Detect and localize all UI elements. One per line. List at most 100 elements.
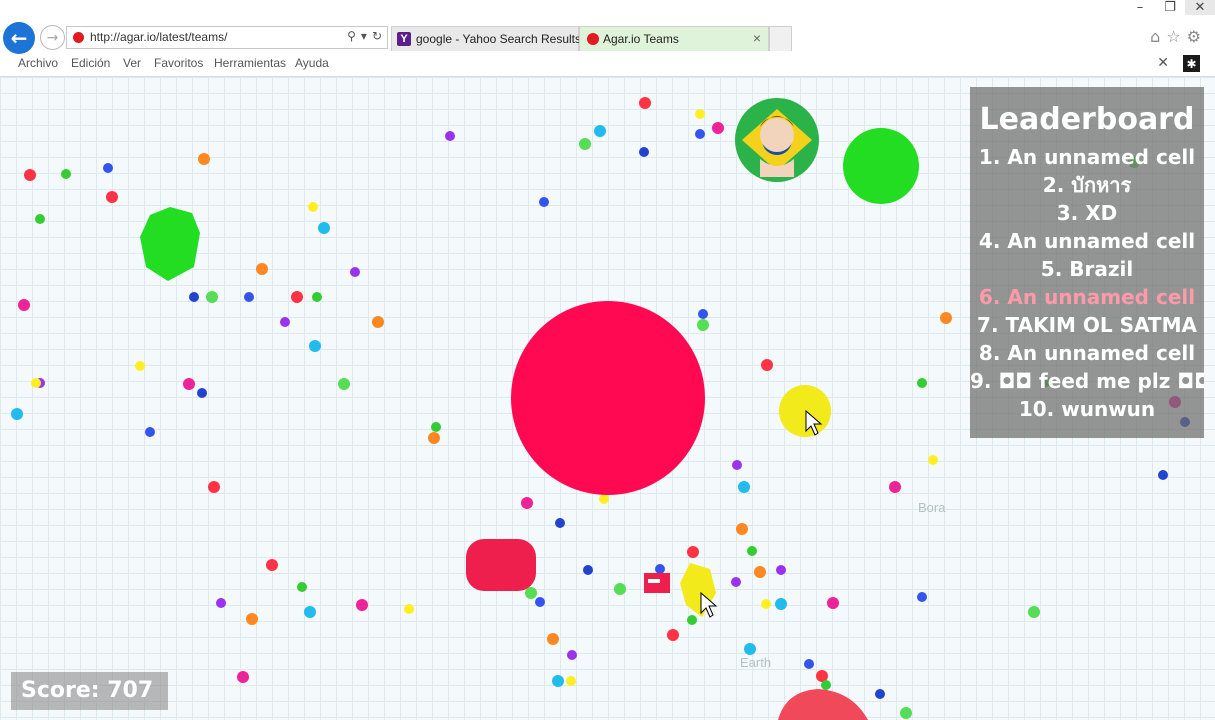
food-pellet [875,689,885,699]
browser-chrome: ← → http://agar.io/latest/teams/ ⚲ ▾ ↻ Y g… [0,0,1215,77]
leaderboard-title: Leaderboard [979,102,1195,137]
food-pellet [928,455,938,465]
favorites-star-icon[interactable]: ☆ [1166,27,1186,46]
food-pellet [695,129,705,139]
flag-cell [648,579,660,583]
menu-edicion[interactable]: Edición [71,56,110,70]
dropdown-icon[interactable]: ▾ [361,29,367,43]
food-pellet [555,518,565,528]
food-pellet [731,577,741,587]
food-pellet [940,312,952,324]
menu-bar: Archivo Edición Ver Favoritos Herramient… [0,54,1215,74]
avatar-cell [735,98,819,182]
leaderboard-entry: 7. TAKIM OL SATMA [977,313,1197,337]
food-pellet [747,546,757,556]
food-pellet [776,565,786,575]
tab-agar-teams[interactable]: Agar.io Teams × [579,26,769,51]
food-pellet [244,292,254,302]
food-pellet [266,559,278,571]
home-icon[interactable]: ⌂ [1150,27,1166,46]
green-cell [843,128,919,204]
food-pellet [24,169,36,181]
extension-icon[interactable]: ✱ [1183,55,1200,72]
food-pellet [309,340,321,352]
food-pellet [917,378,927,388]
food-pellet [698,309,708,319]
food-pellet [198,153,210,165]
food-pellet [917,592,927,602]
food-pellet [667,629,679,641]
score-display: Score: 707 [11,672,168,710]
food-pellet [827,597,839,609]
food-pellet [445,131,455,141]
window-close-icon[interactable]: ✕ [1185,0,1215,15]
food-pellet [1028,606,1040,618]
leaderboard-entry: 2. บักหาร [1042,173,1132,197]
close-tab-icon[interactable]: × [753,30,761,46]
leaderboard-entry-self: 6. An unnamed cell [978,285,1196,309]
food-pellet [189,292,199,302]
food-pellet [744,643,756,655]
back-arrow-icon: ← [10,26,28,50]
new-tab-button[interactable] [769,26,792,51]
food-pellet [761,359,773,371]
menu-favoritos[interactable]: Favoritos [154,56,203,70]
food-pellet [206,291,218,303]
menu-herramientas[interactable]: Herramientas [214,56,286,70]
food-pellet [372,316,384,328]
leaderboard-entry: 3. XD [1056,201,1118,225]
food-pellet [404,604,414,614]
food-pellet [614,583,626,595]
leaderboard-entry: 1. An unnamed cell [978,145,1196,169]
forward-button[interactable]: → [40,25,65,50]
food-pellet [525,587,537,599]
food-pellet [821,680,831,690]
leaderboard-panel: Leaderboard 1. An unnamed cell 2. บักหาร… [970,87,1204,438]
food-pellet [687,615,697,625]
menu-ver[interactable]: Ver [123,56,141,70]
food-pellet [655,564,665,574]
refresh-icon[interactable]: ↻ [372,29,382,43]
food-pellet [804,659,814,669]
green-cell [140,207,200,281]
agar-icon [587,33,599,45]
food-pellet [135,361,145,371]
food-pellet [547,633,559,645]
food-pellet [736,523,748,535]
food-pellet [775,598,787,610]
food-pellet [732,460,742,470]
address-bar[interactable]: http://agar.io/latest/teams/ ⚲ ▾ ↻ [66,26,388,49]
search-icon[interactable]: ⚲ [347,29,356,43]
leaderboard-entry: 4. An unnamed cell [978,229,1196,253]
close-bar-icon[interactable]: ✕ [1157,55,1169,71]
gear-icon[interactable]: ⚙ [1187,27,1207,46]
food-pellet [594,125,606,137]
game-canvas[interactable]: Earth Bora Leaderboard 1. An unnamed cel… [0,77,1215,720]
food-pellet [599,494,609,504]
food-pellet [428,432,440,444]
back-button[interactable]: ← [3,22,35,54]
menu-ayuda[interactable]: Ayuda [295,56,329,70]
minimize-icon[interactable]: – [1125,0,1155,15]
tab-yahoo-search[interactable]: Y google - Yahoo Search Results [391,26,581,51]
cell-name-label: Bora [918,500,946,515]
food-pellet [639,147,649,157]
site-favicon-icon [73,32,84,43]
food-pellet [535,597,545,607]
leaderboard-entry: 10. wunwun [1018,397,1156,421]
food-pellet [256,263,268,275]
red-cell [778,689,868,720]
food-pellet [350,267,360,277]
food-pellet [61,169,71,179]
food-pellet [183,378,195,390]
address-url[interactable]: http://agar.io/latest/teams/ [90,30,227,44]
restore-icon[interactable]: ❐ [1155,0,1185,15]
food-pellet [308,202,318,212]
food-pellet [106,191,118,203]
menu-archivo[interactable]: Archivo [18,56,58,70]
food-pellet [304,606,316,618]
food-pellet [216,598,226,608]
food-pellet [761,599,771,609]
food-pellet [35,214,45,224]
food-pellet [738,481,750,493]
